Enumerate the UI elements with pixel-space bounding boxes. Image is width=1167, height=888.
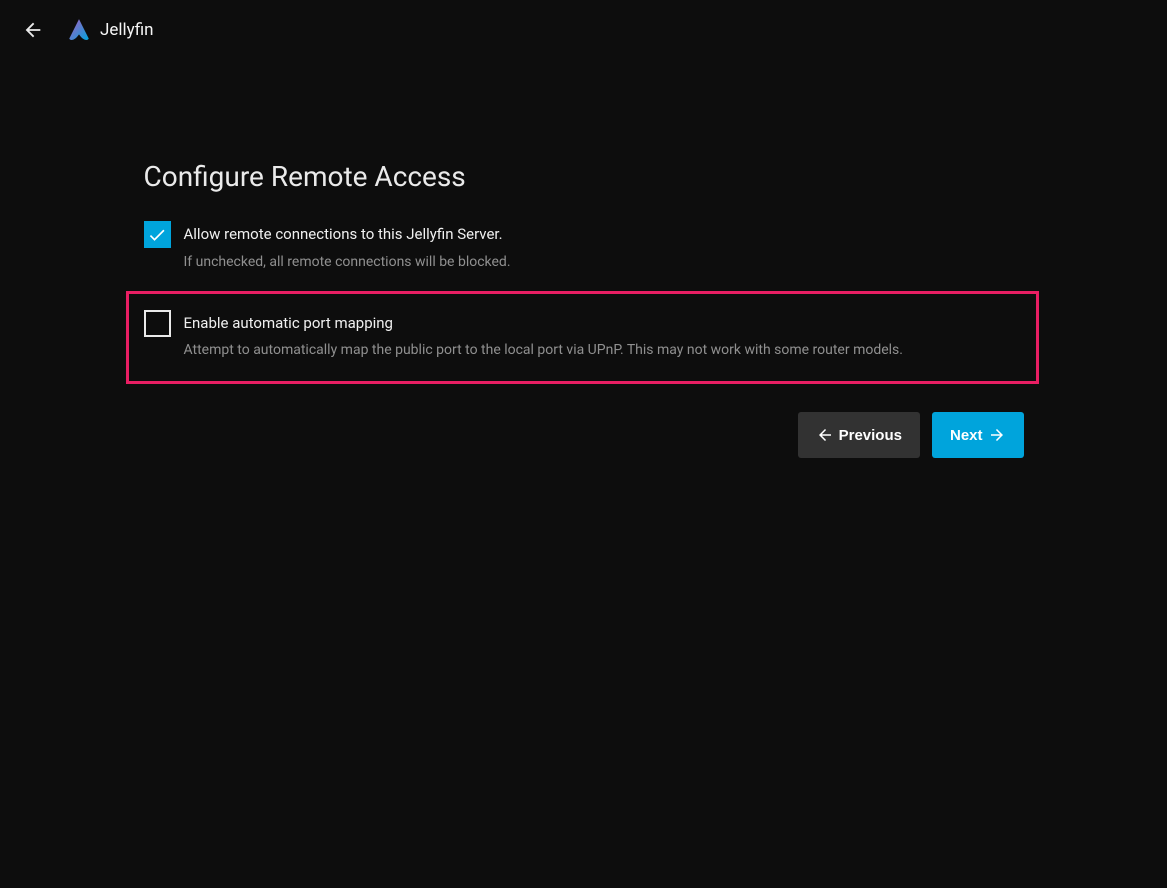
auto-port-mapping-description: Attempt to automatically map the public …	[184, 340, 903, 361]
allow-remote-checkbox[interactable]	[144, 221, 171, 248]
auto-port-mapping-option: Enable automatic port mapping Attempt to…	[144, 310, 1021, 362]
page-title: Configure Remote Access	[144, 160, 1024, 193]
jellyfin-logo-icon	[66, 17, 92, 43]
next-button[interactable]: Next	[932, 412, 1024, 458]
auto-port-mapping-label: Enable automatic port mapping	[184, 310, 903, 335]
buttons-row: Previous Next	[144, 412, 1024, 458]
arrow-right-icon	[988, 426, 1006, 444]
previous-button-label: Previous	[839, 427, 902, 444]
arrow-left-small-icon	[816, 426, 834, 444]
next-button-label: Next	[950, 427, 983, 444]
auto-port-mapping-checkbox[interactable]	[144, 310, 171, 337]
header: Jellyfin	[0, 0, 1167, 60]
allow-remote-text: Allow remote connections to this Jellyfi…	[184, 221, 511, 273]
auto-port-mapping-text: Enable automatic port mapping Attempt to…	[184, 310, 903, 362]
allow-remote-label: Allow remote connections to this Jellyfi…	[184, 221, 511, 246]
brand-name: Jellyfin	[100, 20, 154, 40]
arrow-left-icon	[22, 19, 44, 41]
highlighted-option-container: Enable automatic port mapping Attempt to…	[126, 291, 1039, 385]
previous-button[interactable]: Previous	[798, 412, 920, 458]
brand: Jellyfin	[66, 17, 154, 43]
back-button[interactable]	[18, 15, 48, 45]
allow-remote-option: Allow remote connections to this Jellyfi…	[144, 221, 1024, 273]
allow-remote-description: If unchecked, all remote connections wil…	[184, 252, 511, 273]
main-content: Configure Remote Access Allow remote con…	[124, 60, 1044, 458]
check-icon	[147, 225, 167, 245]
